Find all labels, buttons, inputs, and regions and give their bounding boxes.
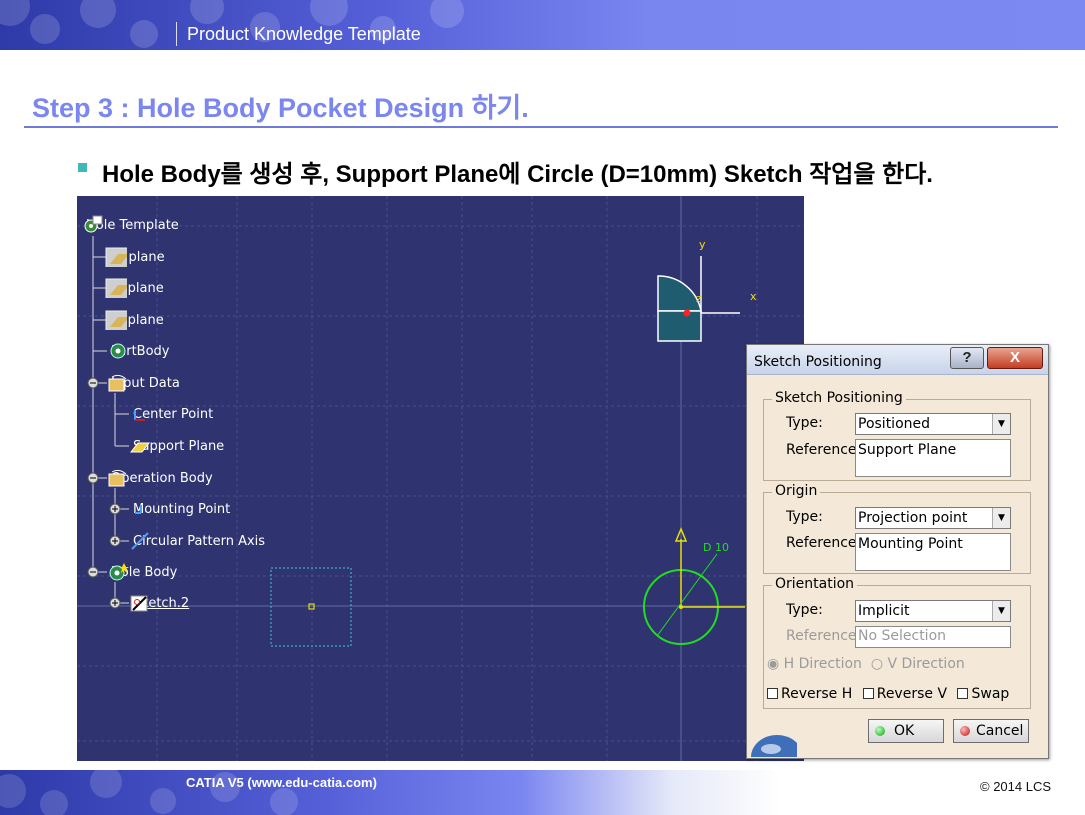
line-icon: [131, 532, 149, 550]
chevron-down-icon[interactable]: ▼: [992, 601, 1010, 621]
positioning-reference-label: Reference:: [786, 442, 862, 458]
tree-item-operation-body[interactable]: Operation Body: [107, 468, 213, 488]
diameter-dimension[interactable]: D 10: [703, 541, 729, 554]
h-direction-radio[interactable]: ◉ H Direction: [767, 656, 862, 672]
tree-item-partbody[interactable]: PartBody: [107, 341, 169, 361]
orientation-checkbox-row: Reverse H Reverse V Swap: [767, 686, 1009, 702]
tree-item-center-point[interactable]: Center Point: [129, 404, 213, 424]
tree-item-mounting-point[interactable]: Mounting Point: [129, 499, 230, 519]
tree-item-hole-body[interactable]: Hole Body: [107, 562, 177, 582]
tree-item-yz-plane[interactable]: yz plane: [105, 278, 164, 298]
sketch-bounding-box: [270, 567, 352, 647]
origin-reference-field[interactable]: Mounting Point: [855, 533, 1011, 571]
tree-item-hole-template[interactable]: Hole Template: [82, 215, 179, 235]
sketch-positioning-dialog: Sketch Positioning ? X Sketch Positionin…: [746, 344, 1049, 759]
sketch-icon: [130, 595, 148, 612]
direction-radio-row: ◉ H Direction ○ V Direction: [767, 656, 965, 672]
bullet-square-icon: [78, 163, 87, 172]
reverse-h-checkbox[interactable]: Reverse H: [767, 686, 852, 702]
geometrical-set-icon: [108, 469, 127, 487]
tree-label: Circular Pattern Axis: [133, 533, 266, 549]
ok-dot-icon: [875, 726, 885, 736]
positioning-type-label: Type:: [786, 415, 823, 431]
select-value: Positioned: [858, 416, 931, 432]
tree-item-support-plane[interactable]: Support Plane: [129, 436, 224, 456]
geometrical-set-icon: [108, 374, 127, 392]
chevron-down-icon[interactable]: ▼: [992, 414, 1010, 434]
axis-z-label: z: [696, 292, 702, 305]
orientation-reference-label: Reference:: [786, 628, 862, 644]
chevron-down-icon[interactable]: ▼: [992, 508, 1010, 528]
globe-decoration-icon: [751, 735, 797, 757]
help-button[interactable]: ?: [950, 347, 984, 369]
group-title: Orientation: [772, 576, 858, 592]
plane-icon: [105, 278, 127, 298]
group-title: Sketch Positioning: [772, 390, 906, 406]
button-label: OK: [894, 723, 915, 739]
tree-item-sketch-2[interactable]: Sketch.2: [129, 593, 189, 613]
positioning-type-select[interactable]: Positioned ▼: [855, 413, 1011, 435]
orientation-type-label: Type:: [786, 602, 823, 618]
plane-icon: [129, 442, 151, 453]
gear-icon: [84, 215, 103, 233]
reverse-v-checkbox[interactable]: Reverse V: [862, 686, 948, 702]
ok-button[interactable]: OK: [868, 719, 944, 743]
cancel-dot-icon: [960, 726, 970, 736]
origin-type-label: Type:: [786, 509, 823, 525]
radio-label: V Direction: [887, 656, 965, 672]
plane-icon: [105, 310, 127, 330]
cancel-button[interactable]: Cancel: [953, 719, 1029, 743]
tree-item-circular-pattern-axis[interactable]: Circular Pattern Axis: [129, 531, 265, 551]
tree-item-xy-plane[interactable]: xy plane: [105, 247, 165, 267]
bullet-text: Hole Body를 생성 후, Support Plane에 Circle (…: [102, 161, 933, 188]
point-icon: [134, 410, 145, 421]
point-icon: [135, 505, 142, 514]
swap-checkbox[interactable]: Swap: [957, 686, 1009, 702]
orientation-type-select[interactable]: Implicit ▼: [855, 600, 1011, 622]
body-icon: [109, 563, 129, 581]
button-label: Cancel: [976, 723, 1024, 739]
title-underline: [24, 126, 1058, 128]
plane-icon: [105, 247, 127, 267]
select-value: Implicit: [858, 603, 910, 619]
footer-left-text: CATIA V5 (www.edu-catia.com): [186, 775, 377, 790]
origin-type-select[interactable]: Projection point ▼: [855, 507, 1011, 529]
slide-page: Product Knowledge Template Step 3 : Hole…: [0, 0, 1085, 815]
axis-x-label: x: [750, 290, 757, 303]
circle-sketch: [643, 527, 745, 645]
tree-item-zx-plane[interactable]: zx plane: [105, 310, 164, 330]
orientation-reference-field[interactable]: No Selection: [855, 626, 1011, 648]
step-title: Step 3 : Hole Body Pocket Design 하기.: [32, 93, 529, 123]
dialog-title: Sketch Positioning: [754, 354, 882, 370]
tree-item-input-data[interactable]: Input Data: [107, 373, 180, 393]
positioning-reference-field[interactable]: Support Plane: [855, 439, 1011, 477]
origin-reference-label: Reference:: [786, 535, 862, 551]
axis-y-label: y: [699, 238, 706, 251]
header-divider: [176, 22, 177, 46]
v-direction-radio[interactable]: ○ V Direction: [871, 656, 965, 672]
select-value: Projection point: [858, 510, 968, 526]
checkbox-label: Reverse H: [781, 686, 853, 702]
gear-icon: [110, 343, 126, 359]
footer-copyright: © 2014 LCS: [980, 779, 1052, 794]
checkbox-label: Swap: [971, 686, 1010, 702]
catia-3d-viewport[interactable]: y x z D 10 Hole Template xy plane yz pla…: [77, 196, 804, 761]
close-button[interactable]: X: [987, 347, 1043, 369]
header-title: Product Knowledge Template: [187, 24, 421, 44]
radio-label: H Direction: [783, 656, 862, 672]
checkbox-label: Reverse V: [876, 686, 948, 702]
group-title: Origin: [772, 483, 821, 499]
